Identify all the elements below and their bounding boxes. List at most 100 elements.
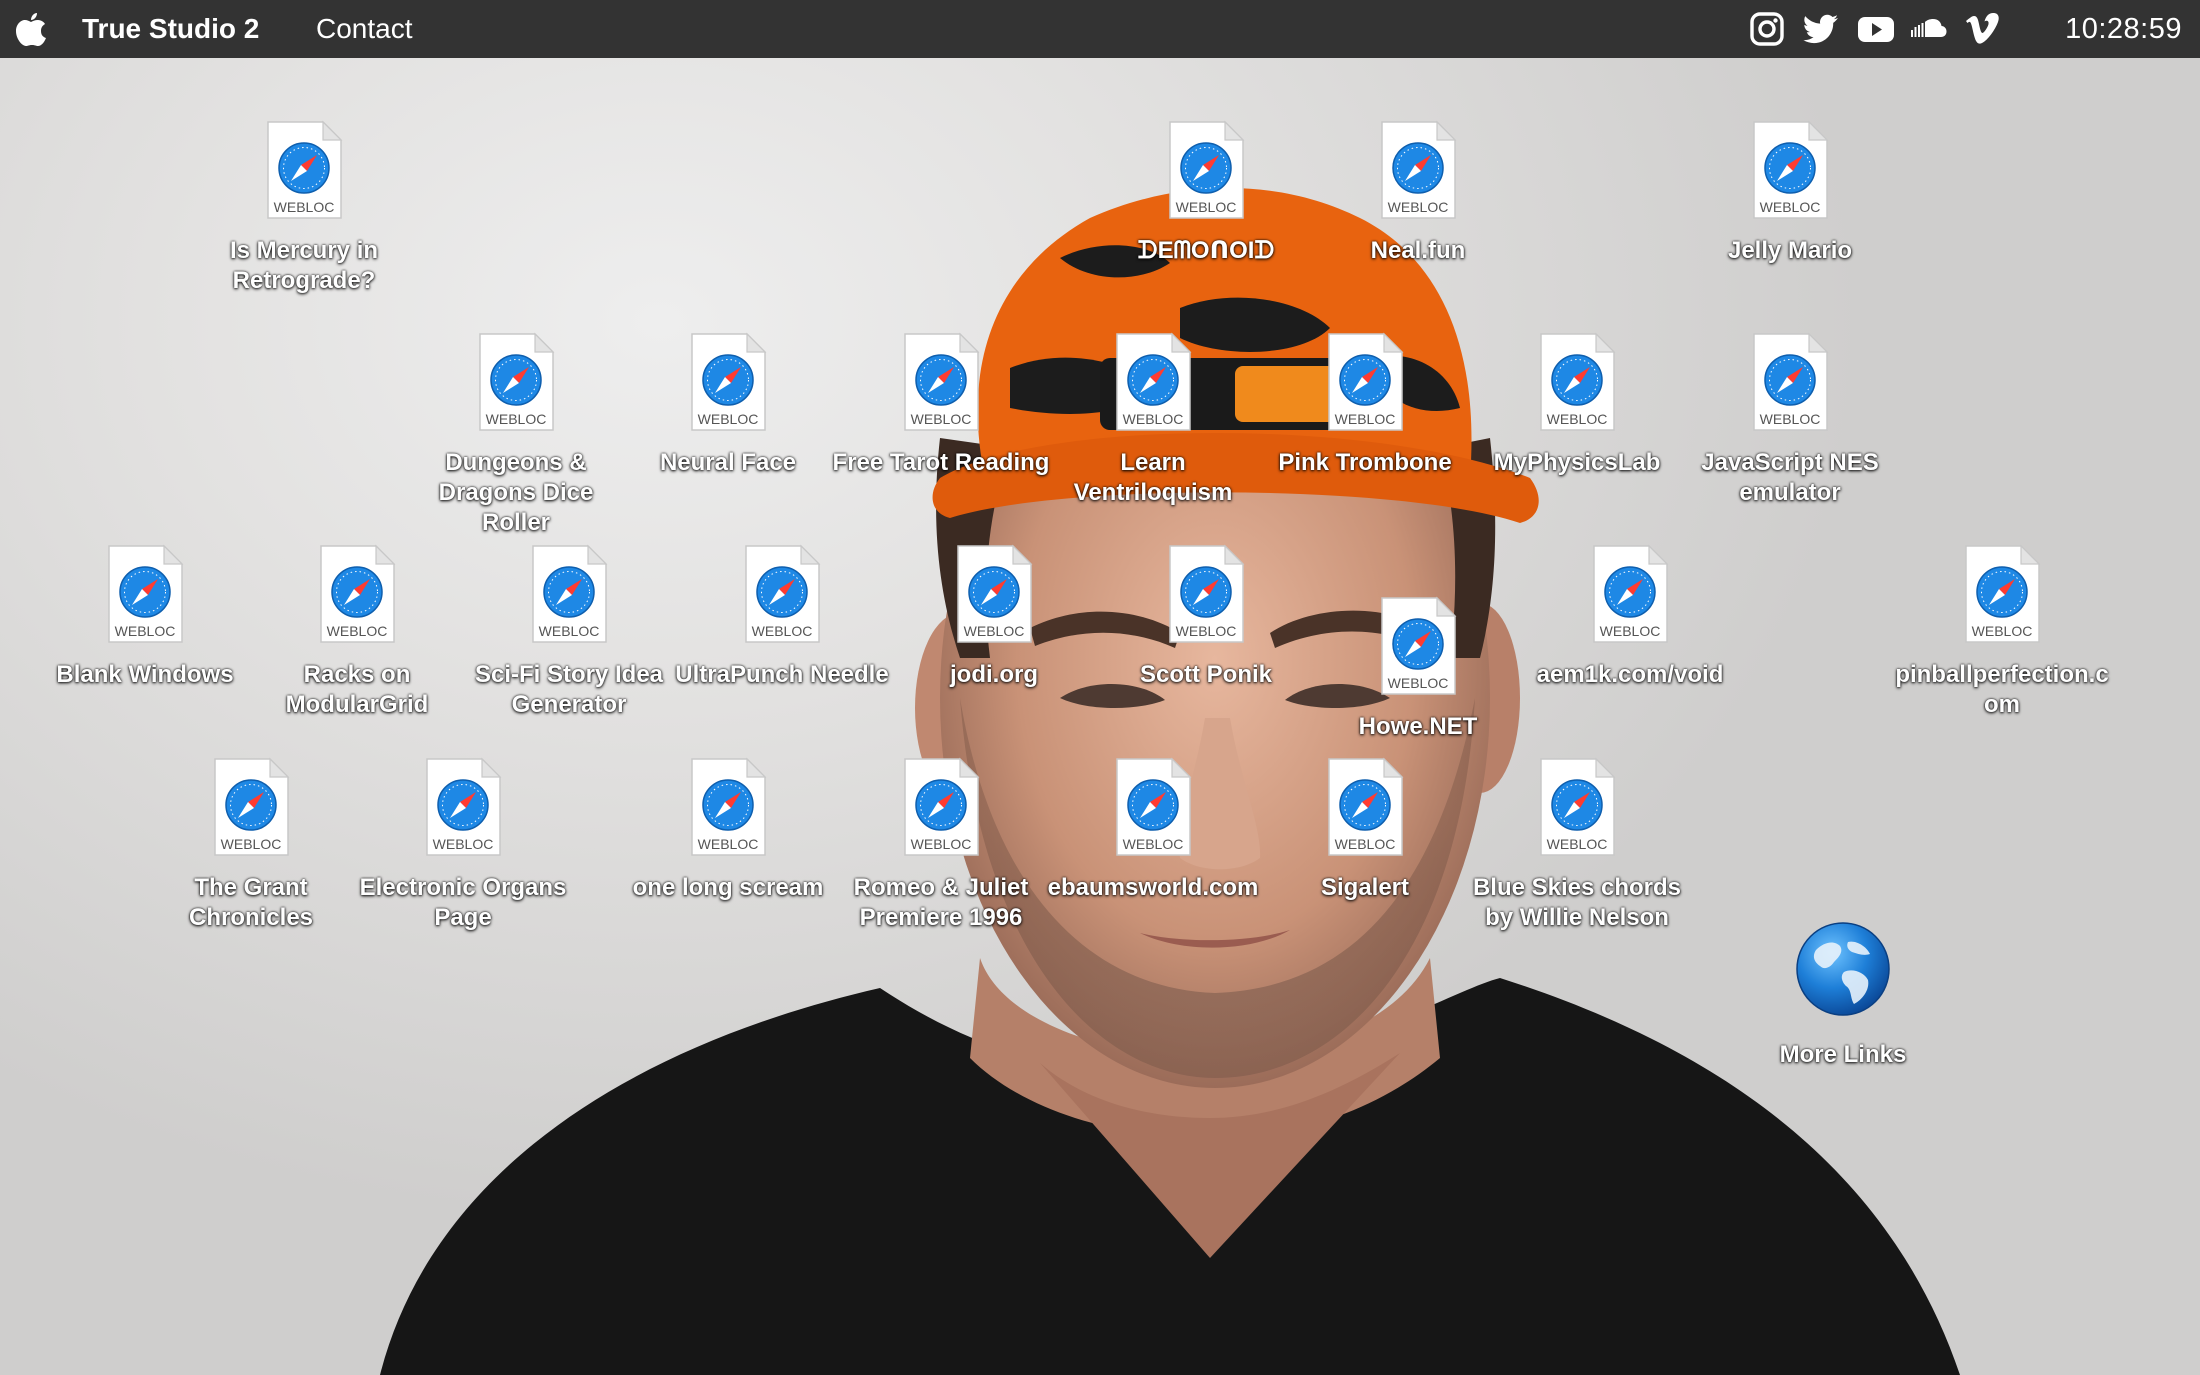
file-extension-badge: WEBLOC xyxy=(1546,836,1608,852)
desktop-icon[interactable]: WEBLOC MyPhysicsLab xyxy=(1467,332,1687,478)
file-extension-badge: WEBLOC xyxy=(910,411,972,427)
desktop-icon[interactable]: WEBLOC aem1k.com/void xyxy=(1520,544,1740,690)
webloc-file-icon: WEBLOC xyxy=(902,757,980,857)
desktop-icon-label: Howe.NET xyxy=(1358,713,1478,740)
desktop-icon[interactable]: WEBLOC JavaScript NES emulator xyxy=(1680,332,1900,508)
file-extension-badge: WEBLOC xyxy=(1387,675,1449,691)
desktop-icon[interactable]: WEBLOC Racks on ModularGrid xyxy=(247,544,467,720)
webloc-file-icon: WEBLOC xyxy=(1167,544,1245,644)
webloc-file-icon: WEBLOC xyxy=(318,544,396,644)
desktop-icon-label: Learn Ventriloquism xyxy=(1073,449,1233,506)
desktop-icon-label: Romeo & Juliet Premiere 1996 xyxy=(853,874,1029,931)
desktop-icon-label: aem1k.com/void xyxy=(1536,661,1724,688)
app-name[interactable]: True Studio 2 xyxy=(82,0,259,58)
desktop-icon[interactable]: WEBLOC Learn Ventriloquism xyxy=(1043,332,1263,508)
instagram-icon[interactable] xyxy=(1748,10,1786,48)
webloc-file-icon: WEBLOC xyxy=(530,544,608,644)
desktop-icon-label: More Links xyxy=(1779,1041,1907,1068)
desktop-icon[interactable]: WEBLOC Romeo & Juliet Premiere 1996 xyxy=(831,757,1051,933)
desktop-icon[interactable]: WEBLOC pinballperfection.com xyxy=(1892,544,2112,720)
webloc-file-icon: WEBLOC xyxy=(1326,757,1404,857)
desktop-icon-label: Electronic Organs Page xyxy=(359,874,567,931)
file-extension-badge: WEBLOC xyxy=(1387,199,1449,215)
globe-icon xyxy=(1796,922,1890,1016)
desktop-icon-label: Dungeons & Dragons Dice Roller xyxy=(438,449,594,536)
desktop-icon[interactable]: WEBLOC one long scream xyxy=(618,757,838,903)
desktop-icon-label: UltraPunch Needle xyxy=(675,661,889,688)
desktop-icon-label: Neal.fun xyxy=(1370,237,1466,264)
desktop-icon[interactable]: WEBLOC Free Tarot Reading xyxy=(831,332,1051,478)
file-extension-badge: WEBLOC xyxy=(1759,199,1821,215)
desktop-icon[interactable]: WEBLOC Pink Trombone xyxy=(1255,332,1475,478)
desktop-icon-label: jodi.org xyxy=(950,661,1038,688)
more-links-icon[interactable]: More Links xyxy=(1733,916,1953,1070)
webloc-file-icon: WEBLOC xyxy=(1379,120,1457,220)
desktop-icon[interactable]: WEBLOC Electronic Organs Page xyxy=(353,757,573,933)
menu-item-contact[interactable]: Contact xyxy=(316,0,413,58)
file-extension-badge: WEBLOC xyxy=(697,411,759,427)
file-extension-badge: WEBLOC xyxy=(1599,623,1661,639)
webloc-file-icon: WEBLOC xyxy=(1379,596,1457,696)
desktop-icon-label: Free Tarot Reading xyxy=(832,449,1050,476)
webloc-file-icon: WEBLOC xyxy=(1591,544,1669,644)
file-extension-badge: WEBLOC xyxy=(326,623,388,639)
file-extension-badge: WEBLOC xyxy=(963,623,1025,639)
desktop-icon[interactable]: WEBLOC Sci-Fi Story Idea Generator xyxy=(459,544,679,720)
file-extension-badge: WEBLOC xyxy=(114,623,176,639)
webloc-file-icon: WEBLOC xyxy=(1167,120,1245,220)
webloc-file-icon: WEBLOC xyxy=(1751,120,1829,220)
desktop-icon[interactable]: WEBLOC Howe.NET xyxy=(1308,596,1528,742)
desktop-icon[interactable]: WEBLOC Neural Face xyxy=(618,332,838,478)
webloc-file-icon: WEBLOC xyxy=(1538,332,1616,432)
desktop-icon[interactable]: WEBLOC Blank Windows xyxy=(35,544,255,690)
file-extension-badge: WEBLOC xyxy=(273,199,335,215)
webloc-file-icon: WEBLOC xyxy=(477,332,555,432)
desktop-icon-label: Sigalert xyxy=(1320,874,1410,901)
file-extension-badge: WEBLOC xyxy=(220,836,282,852)
webloc-file-icon: WEBLOC xyxy=(955,544,1033,644)
file-extension-badge: WEBLOC xyxy=(1122,411,1184,427)
file-extension-badge: WEBLOC xyxy=(910,836,972,852)
desktop-icon[interactable]: WEBLOC ebaumsworld.com xyxy=(1043,757,1263,903)
desktop-icon[interactable]: WEBLOC The Grant Chronicles xyxy=(141,757,361,933)
webloc-file-icon: WEBLOC xyxy=(1114,757,1192,857)
webloc-file-icon: WEBLOC xyxy=(689,332,767,432)
desktop-icon[interactable]: WEBLOC Is Mercury in Retrograde? xyxy=(194,120,414,296)
vimeo-icon[interactable] xyxy=(1964,10,2002,48)
file-extension-badge: WEBLOC xyxy=(1971,623,2033,639)
desktop-icon[interactable]: WEBLOC Sigalert xyxy=(1255,757,1475,903)
webloc-file-icon: WEBLOC xyxy=(1751,332,1829,432)
file-extension-badge: WEBLOC xyxy=(1546,411,1608,427)
desktop-icon-label: ebaumsworld.com xyxy=(1047,874,1259,901)
desktop-icon[interactable]: WEBLOC Blue Skies chords by Willie Nelso… xyxy=(1467,757,1687,933)
desktop-icon[interactable]: WEBLOC jodi.org xyxy=(884,544,1104,690)
desktop-icon-label: Scott Ponik xyxy=(1139,661,1272,688)
apple-logo-icon[interactable] xyxy=(14,10,48,46)
youtube-icon[interactable] xyxy=(1857,10,1895,48)
desktop-icon-label: pinballperfection.com xyxy=(1895,661,2109,718)
desktop-icon[interactable]: WEBLOC Dungeons & Dragons Dice Roller xyxy=(406,332,626,538)
file-extension-badge: WEBLOC xyxy=(1175,623,1237,639)
desktop-icon[interactable]: WEBLOC Jelly Mario xyxy=(1680,120,1900,266)
file-extension-badge: WEBLOC xyxy=(751,623,813,639)
webloc-file-icon: WEBLOC xyxy=(1963,544,2041,644)
twitter-icon[interactable] xyxy=(1803,10,1841,48)
file-extension-badge: WEBLOC xyxy=(697,836,759,852)
desktop-icon-label: ᗪEᗰOᑎOIᗪ xyxy=(1137,237,1275,264)
desktop-icon-label: Blank Windows xyxy=(56,661,234,688)
webloc-file-icon: WEBLOC xyxy=(212,757,290,857)
desktop-icon-label: one long scream xyxy=(632,874,824,901)
file-extension-badge: WEBLOC xyxy=(1759,411,1821,427)
webloc-file-icon: WEBLOC xyxy=(743,544,821,644)
webloc-file-icon: WEBLOC xyxy=(902,332,980,432)
webloc-file-icon: WEBLOC xyxy=(106,544,184,644)
desktop-icon[interactable]: WEBLOC UltraPunch Needle xyxy=(672,544,892,690)
file-extension-badge: WEBLOC xyxy=(1122,836,1184,852)
desktop-icon-label: Pink Trombone xyxy=(1278,449,1452,476)
desktop-icon[interactable]: WEBLOC ᗪEᗰOᑎOIᗪ xyxy=(1096,120,1316,266)
desktop-icon[interactable]: WEBLOC Neal.fun xyxy=(1308,120,1528,266)
soundcloud-icon[interactable] xyxy=(1910,10,1948,48)
file-extension-badge: WEBLOC xyxy=(485,411,547,427)
desktop-icon[interactable]: WEBLOC Scott Ponik xyxy=(1096,544,1316,690)
desktop-icon-label: Is Mercury in Retrograde? xyxy=(229,237,379,294)
